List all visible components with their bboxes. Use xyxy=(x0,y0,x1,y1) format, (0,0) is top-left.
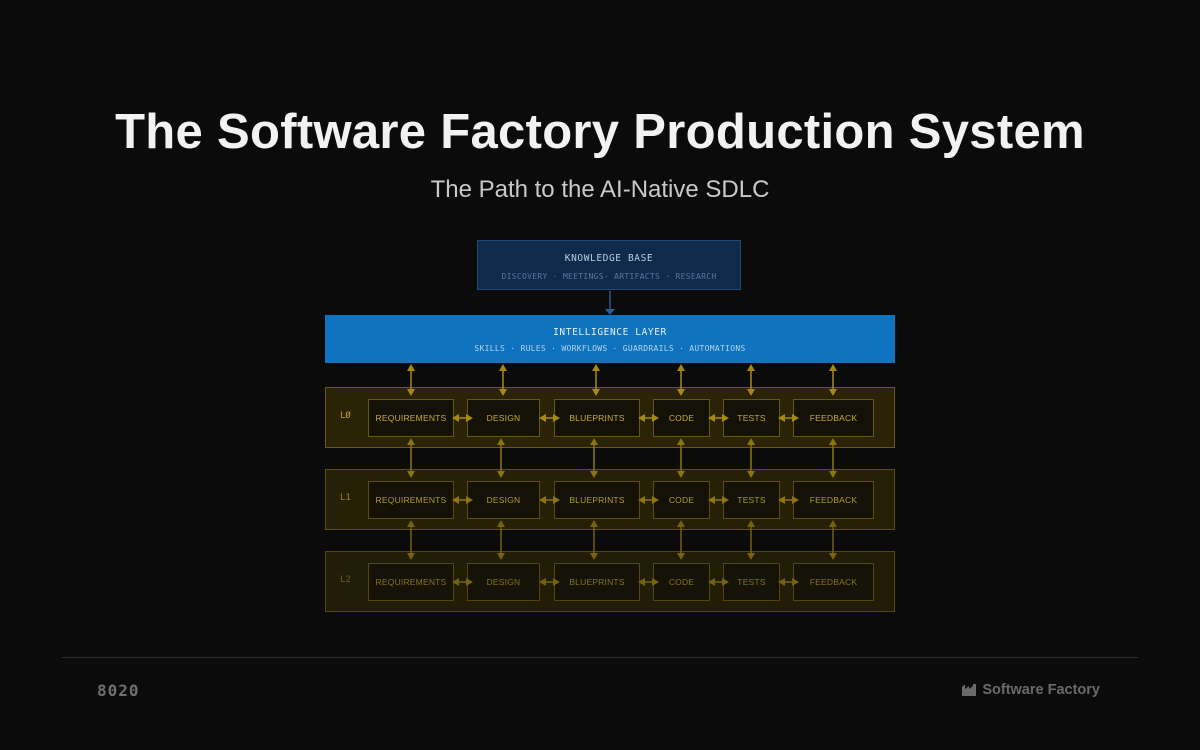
arrow-head-down xyxy=(747,471,755,478)
software-factory-label: Software Factory xyxy=(982,682,1100,698)
footer-divider xyxy=(62,657,1138,658)
arrow-head-left xyxy=(539,578,546,586)
arrow-head-left xyxy=(778,578,785,586)
arrow-head-left xyxy=(539,496,546,504)
arrow-head-right xyxy=(792,414,799,422)
arrow-head-down xyxy=(677,471,685,478)
arrow-head-up xyxy=(499,364,507,371)
arrow-head-right xyxy=(553,496,560,504)
arrow-head-left xyxy=(539,414,546,422)
arrow-head-left xyxy=(708,578,715,586)
arrow-head-up xyxy=(497,438,505,445)
arrow-head-up xyxy=(677,364,685,371)
arrow-head-down xyxy=(747,389,755,396)
arrow-head-down xyxy=(829,389,837,396)
arrow-head-left xyxy=(452,414,459,422)
arrow-head-down xyxy=(592,389,600,396)
arrow-head-down xyxy=(407,553,415,560)
arrow-head-right xyxy=(466,496,473,504)
arrow-head-left xyxy=(708,414,715,422)
factory-icon xyxy=(962,684,977,696)
arrow-head-left xyxy=(638,414,645,422)
arrow-head-down xyxy=(497,471,505,478)
arrow-head-down xyxy=(497,553,505,560)
arrow-head-down xyxy=(590,471,598,478)
arrow-head-left xyxy=(638,496,645,504)
arrow-head-up xyxy=(592,364,600,371)
arrow-head-up xyxy=(590,438,598,445)
arrow-head-right xyxy=(466,414,473,422)
arrow-head-right xyxy=(652,496,659,504)
arrow-head-up xyxy=(677,438,685,445)
arrow-head-down xyxy=(499,389,507,396)
arrow-head-up xyxy=(497,520,505,527)
arrow-head-down xyxy=(590,553,598,560)
arrow-head-left xyxy=(638,578,645,586)
arrow-head-up xyxy=(677,520,685,527)
arrow-head-up xyxy=(829,520,837,527)
arrow-head-up xyxy=(407,520,415,527)
brand-logo-8020: 8020 xyxy=(97,681,140,700)
arrow-head-right xyxy=(722,414,729,422)
arrow-head-down xyxy=(677,553,685,560)
arrow-head-left xyxy=(452,578,459,586)
arrow-head-left xyxy=(778,414,785,422)
arrow-head-left xyxy=(452,496,459,504)
arrow-head-down xyxy=(829,553,837,560)
arrow-head-left xyxy=(708,496,715,504)
arrow-head-up xyxy=(590,520,598,527)
arrow-head-down xyxy=(407,471,415,478)
arrow-head-down xyxy=(829,471,837,478)
arrow-head-right xyxy=(722,496,729,504)
arrow-head-right xyxy=(652,414,659,422)
arrow-head-up xyxy=(747,520,755,527)
arrow-head-right xyxy=(722,578,729,586)
software-factory-logo: Software Factory xyxy=(962,682,1100,698)
arrow-head-right xyxy=(553,414,560,422)
arrow-head-up xyxy=(747,438,755,445)
connector-arrows xyxy=(407,291,837,586)
arrow-head-up xyxy=(829,438,837,445)
arrow-head-right xyxy=(792,496,799,504)
arrow-head-right xyxy=(792,578,799,586)
arrow-head-down xyxy=(407,389,415,396)
arrow-head-down xyxy=(677,389,685,396)
arrow-head-right xyxy=(466,578,473,586)
arrow-head-up xyxy=(407,364,415,371)
arrow-head-up xyxy=(829,364,837,371)
arrow-head-right xyxy=(553,578,560,586)
arrow-head-down xyxy=(747,553,755,560)
kb-arrow-head xyxy=(605,309,615,315)
arrow-head-up xyxy=(407,438,415,445)
arrow-head-right xyxy=(652,578,659,586)
arrow-head-up xyxy=(747,364,755,371)
arrow-head-left xyxy=(778,496,785,504)
